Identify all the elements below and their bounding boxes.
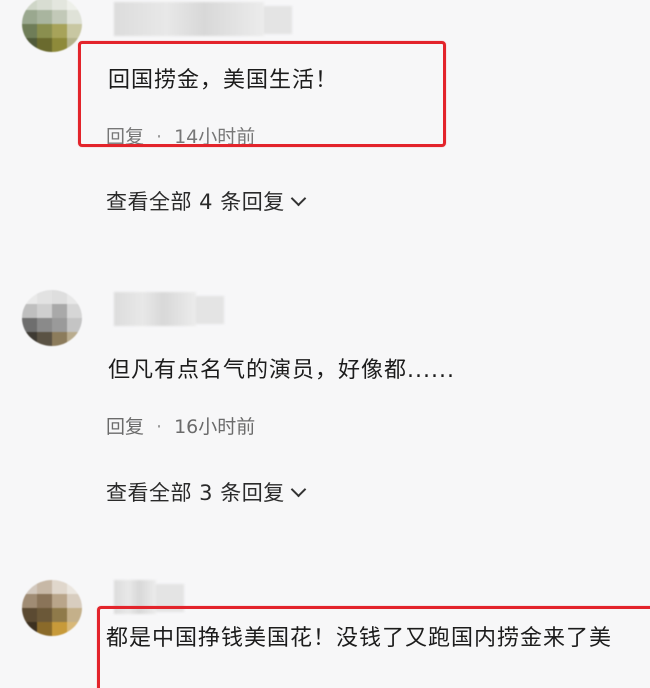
view-replies-label: 查看全部 4 条回复 [106, 190, 285, 214]
comment-item: 都是中国挣钱美国花！没钱了又跑国内捞金来了美 [0, 574, 650, 688]
chevron-down-icon [290, 190, 306, 207]
comment-item: 回国捞金，美国生活！ 回复 · 14小时前 查看全部 4 条回复 [0, 0, 650, 260]
meta-separator: · [156, 416, 163, 438]
username-blurred[interactable] [114, 2, 292, 36]
comment-text: 都是中国挣钱美国花！没钱了又跑国内捞金来了美 [106, 626, 613, 651]
view-replies-button[interactable]: 查看全部 4 条回复 [106, 186, 306, 216]
comment-item: 但凡有点名气的演员，好像都...... 回复 · 16小时前 查看全部 3 条回复 [0, 286, 650, 526]
comment-list: 回国捞金，美国生活！ 回复 · 14小时前 查看全部 4 条回复 但凡有点名气的演员… [0, 0, 650, 688]
avatar[interactable] [22, 0, 82, 52]
highlight-box [78, 41, 446, 147]
comment-text: 但凡有点名气的演员，好像都...... [108, 358, 455, 383]
username-blurred[interactable] [114, 292, 224, 326]
view-replies-label: 查看全部 3 条回复 [106, 481, 285, 505]
reply-button[interactable]: 回复 [106, 416, 144, 438]
comment-meta: 回复 · 16小时前 [106, 412, 255, 439]
view-replies-button[interactable]: 查看全部 3 条回复 [106, 477, 306, 507]
avatar[interactable] [22, 290, 82, 346]
avatar[interactable] [22, 580, 82, 636]
timestamp: 16小时前 [174, 416, 256, 438]
chevron-down-icon [290, 481, 306, 498]
